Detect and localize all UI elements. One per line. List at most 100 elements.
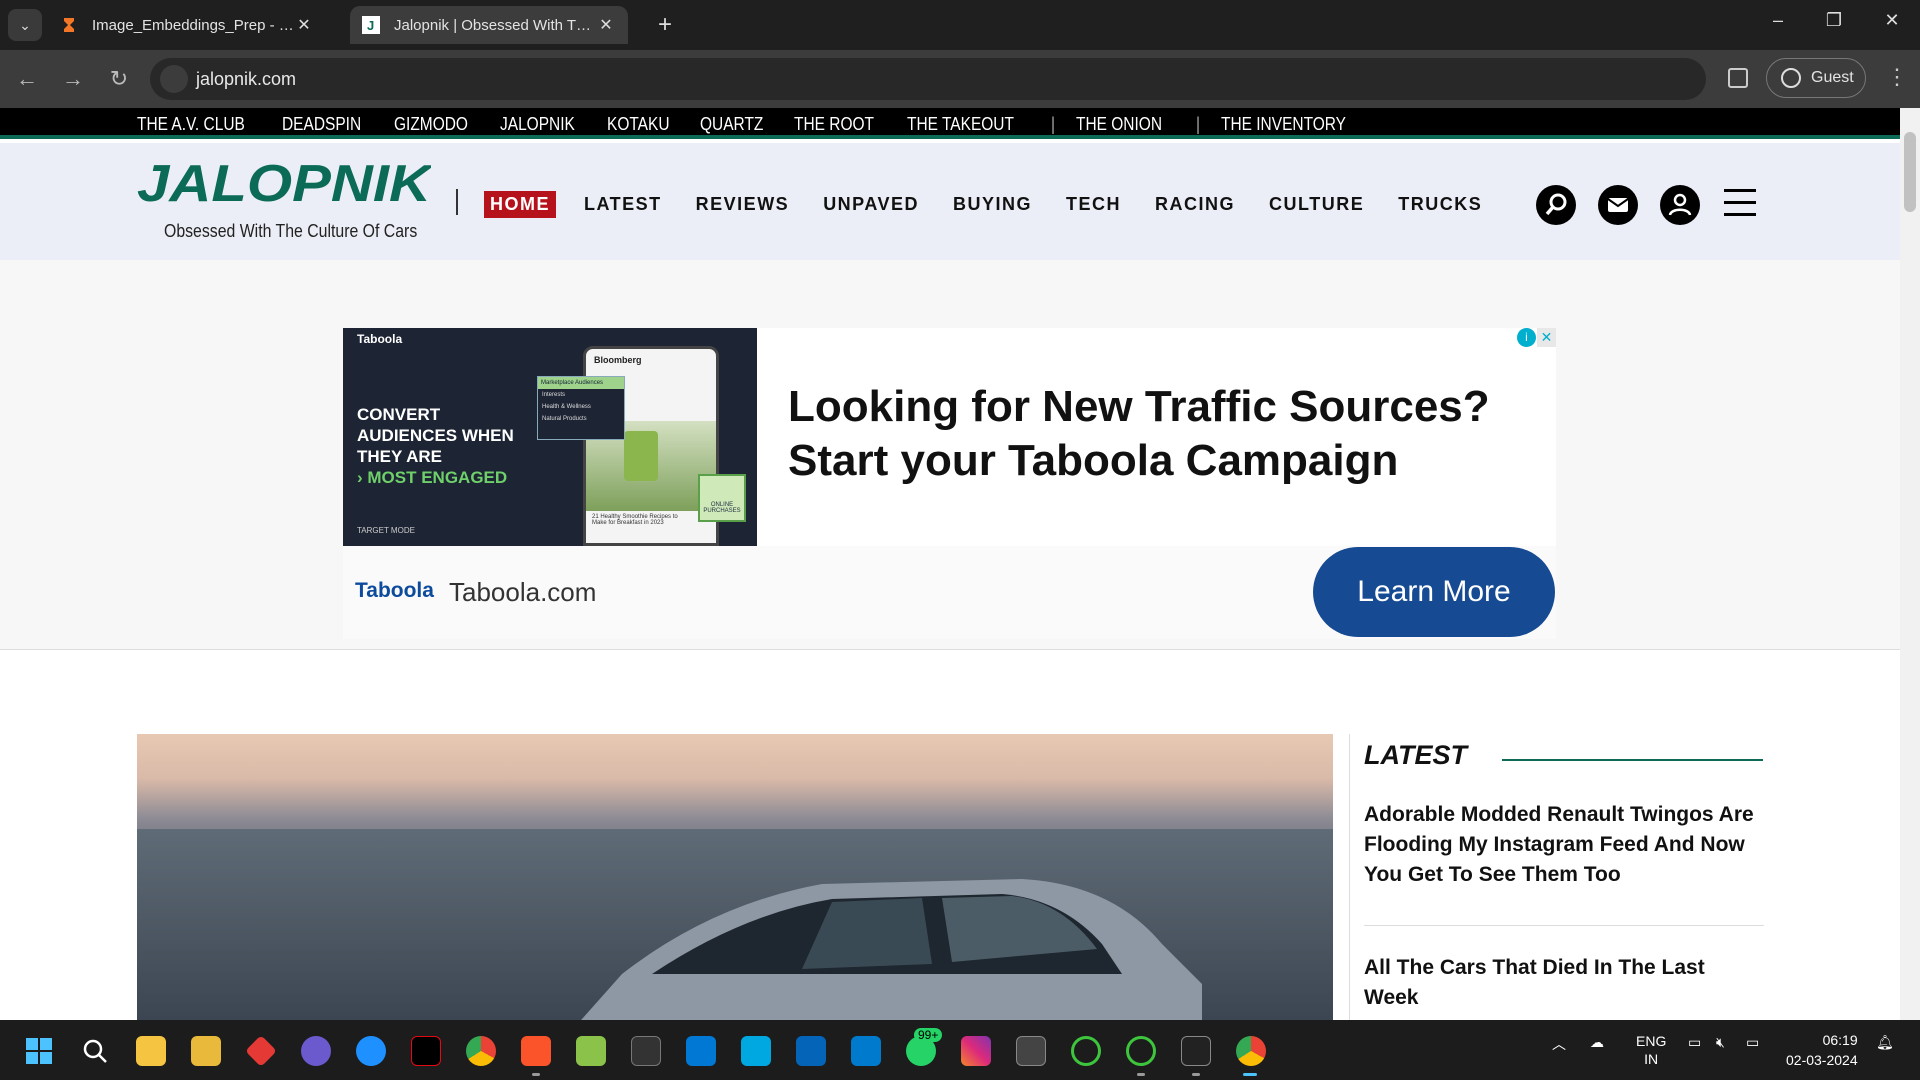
- app-icon[interactable]: [245, 1035, 277, 1067]
- network-link[interactable]: QUARTZ: [700, 114, 763, 135]
- column-divider: [1349, 734, 1350, 1020]
- edge-icon[interactable]: [356, 1036, 386, 1066]
- url-text[interactable]: jalopnik.com: [196, 69, 296, 90]
- creative-target: TARGET MODE: [357, 526, 415, 535]
- file-explorer-icon[interactable]: [191, 1036, 221, 1066]
- nav-item-racing[interactable]: RACING: [1149, 191, 1241, 218]
- minimize-icon[interactable]: –: [1758, 10, 1798, 31]
- app-icon[interactable]: [1126, 1036, 1156, 1066]
- chrome-icon[interactable]: [466, 1036, 496, 1066]
- network-icon[interactable]: ▭: [1688, 1034, 1701, 1051]
- outlook-icon[interactable]: [796, 1036, 826, 1066]
- ad-headline-line1[interactable]: Looking for New Traffic Sources?: [788, 382, 1490, 431]
- phone-brand: Bloomberg: [594, 355, 642, 365]
- widgets-icon[interactable]: [136, 1036, 166, 1066]
- ad-choices[interactable]: i ✕: [1517, 328, 1556, 348]
- network-link[interactable]: KOTAKU: [607, 114, 670, 135]
- profile-button[interactable]: Guest: [1766, 58, 1866, 98]
- account-icon[interactable]: [1660, 185, 1700, 225]
- tab-jupyter[interactable]: Image_Embeddings_Prep - Jupyter ✕: [48, 6, 326, 44]
- forward-icon[interactable]: →: [58, 64, 88, 94]
- close-window-icon[interactable]: ✕: [1872, 10, 1912, 31]
- profile-label: Guest: [1811, 69, 1854, 86]
- back-icon[interactable]: ←: [12, 64, 42, 94]
- notification-bell-icon[interactable]: 🔔︎: [1876, 1034, 1894, 1051]
- learn-more-button[interactable]: Learn More: [1313, 547, 1555, 637]
- running-indicator: [1137, 1073, 1145, 1076]
- page-scrollbar[interactable]: [1900, 108, 1920, 1020]
- tab-search-button[interactable]: ⌄: [8, 9, 42, 41]
- ad-headline[interactable]: Looking for New Traffic Sources? Start y…: [788, 380, 1528, 488]
- network-link[interactable]: THE TAKEOUT: [907, 114, 1014, 135]
- network-link[interactable]: THE A.V. CLUB: [137, 114, 245, 135]
- network-link[interactable]: GIZMODO: [394, 114, 468, 135]
- scroll-thumb[interactable]: [1904, 132, 1916, 212]
- ad-headline-line2[interactable]: Start your Taboola Campaign: [788, 436, 1398, 485]
- terminal-icon[interactable]: [1181, 1036, 1211, 1066]
- copilot-icon[interactable]: [301, 1036, 331, 1066]
- nav-item-unpaved[interactable]: UNPAVED: [817, 191, 925, 218]
- brave-icon[interactable]: [521, 1036, 551, 1066]
- tab-jalopnik[interactable]: J Jalopnik | Obsessed With The Culture O…: [350, 6, 628, 44]
- chevron-up-icon[interactable]: ︿: [1552, 1034, 1566, 1054]
- network-link[interactable]: THE ONION: [1076, 114, 1162, 135]
- network-link[interactable]: THE ROOT: [794, 114, 874, 135]
- windows-start-icon[interactable]: [24, 1036, 54, 1066]
- nav-item-buying[interactable]: BUYING: [947, 191, 1038, 218]
- language-indicator[interactable]: ENG IN: [1636, 1032, 1666, 1068]
- close-tab-icon[interactable]: ✕: [596, 15, 616, 35]
- svg-text:J: J: [367, 18, 374, 33]
- battery-icon[interactable]: ▭: [1746, 1034, 1759, 1051]
- latest-article-link[interactable]: All The Cars That Died In The Last Week: [1364, 953, 1764, 1013]
- jalopnik-logo[interactable]: JALOPNIK: [137, 159, 431, 205]
- terminal-icon[interactable]: [631, 1036, 661, 1066]
- nav-item-latest[interactable]: LATEST: [578, 191, 668, 218]
- store-icon[interactable]: [686, 1036, 716, 1066]
- taboola-logo[interactable]: Taboola: [355, 579, 434, 603]
- clock[interactable]: 06:19 02-03-2024: [1786, 1030, 1858, 1070]
- network-link[interactable]: DEADSPIN: [282, 114, 361, 135]
- ad-close-icon[interactable]: ✕: [1537, 328, 1556, 347]
- creative-line2-text: MOST ENGAGED: [367, 468, 508, 487]
- latest-heading-rule: [1502, 759, 1763, 761]
- app-icon[interactable]: [576, 1036, 606, 1066]
- restore-icon[interactable]: ❐: [1814, 10, 1854, 31]
- smoothie-glass: [624, 431, 658, 481]
- new-tab-button[interactable]: +: [650, 10, 680, 40]
- side-panel-icon[interactable]: [1728, 68, 1748, 88]
- onedrive-icon[interactable]: ☁: [1590, 1034, 1604, 1051]
- popup-header: Marketplace Audiences: [538, 377, 624, 389]
- vscode-icon[interactable]: [851, 1036, 881, 1066]
- network-link[interactable]: JALOPNIK: [500, 114, 575, 135]
- app-icon[interactable]: [1071, 1036, 1101, 1066]
- ad-info-icon[interactable]: i: [1517, 328, 1536, 347]
- latest-article-link[interactable]: Adorable Modded Renault Twingos Are Floo…: [1364, 800, 1764, 890]
- nav-item-tech[interactable]: TECH: [1060, 191, 1127, 218]
- hamburger-menu-icon[interactable]: [1724, 189, 1756, 219]
- nav-item-home[interactable]: HOME: [484, 191, 556, 218]
- chrome-icon[interactable]: [1236, 1036, 1266, 1066]
- mail-icon[interactable]: [1598, 185, 1638, 225]
- address-bar[interactable]: jalopnik.com: [150, 58, 1706, 100]
- search-icon[interactable]: [1536, 185, 1576, 225]
- site-info-icon[interactable]: [160, 65, 188, 93]
- app-icon[interactable]: [1016, 1036, 1046, 1066]
- ad-creative-image[interactable]: Taboola CONVERT AUDIENCES WHEN THEY ARE …: [343, 328, 757, 546]
- search-icon[interactable]: [80, 1036, 110, 1066]
- nav-item-culture[interactable]: CULTURE: [1263, 191, 1370, 218]
- reload-icon[interactable]: ↻: [104, 64, 134, 94]
- ad-domain[interactable]: Taboola.com: [449, 577, 596, 608]
- taboola-ad[interactable]: Taboola CONVERT AUDIENCES WHEN THEY ARE …: [343, 328, 1556, 639]
- hero-image[interactable]: [137, 734, 1333, 1020]
- ad-footer: Taboola Taboola.com Learn More: [343, 546, 1556, 639]
- instagram-icon[interactable]: [961, 1036, 991, 1066]
- prime-video-icon[interactable]: [741, 1036, 771, 1066]
- browser-tab-strip: ⌄ Image_Embeddings_Prep - Jupyter ✕ J Ja…: [0, 0, 1920, 50]
- nav-item-trucks[interactable]: TRUCKS: [1392, 191, 1488, 218]
- netflix-icon[interactable]: [411, 1036, 441, 1066]
- network-link[interactable]: THE INVENTORY: [1221, 114, 1346, 135]
- more-menu-icon[interactable]: ⋮: [1886, 64, 1908, 90]
- close-tab-icon[interactable]: ✕: [294, 15, 314, 35]
- volume-muted-icon[interactable]: 🔇︎: [1716, 1034, 1725, 1051]
- nav-item-reviews[interactable]: REVIEWS: [690, 191, 796, 218]
